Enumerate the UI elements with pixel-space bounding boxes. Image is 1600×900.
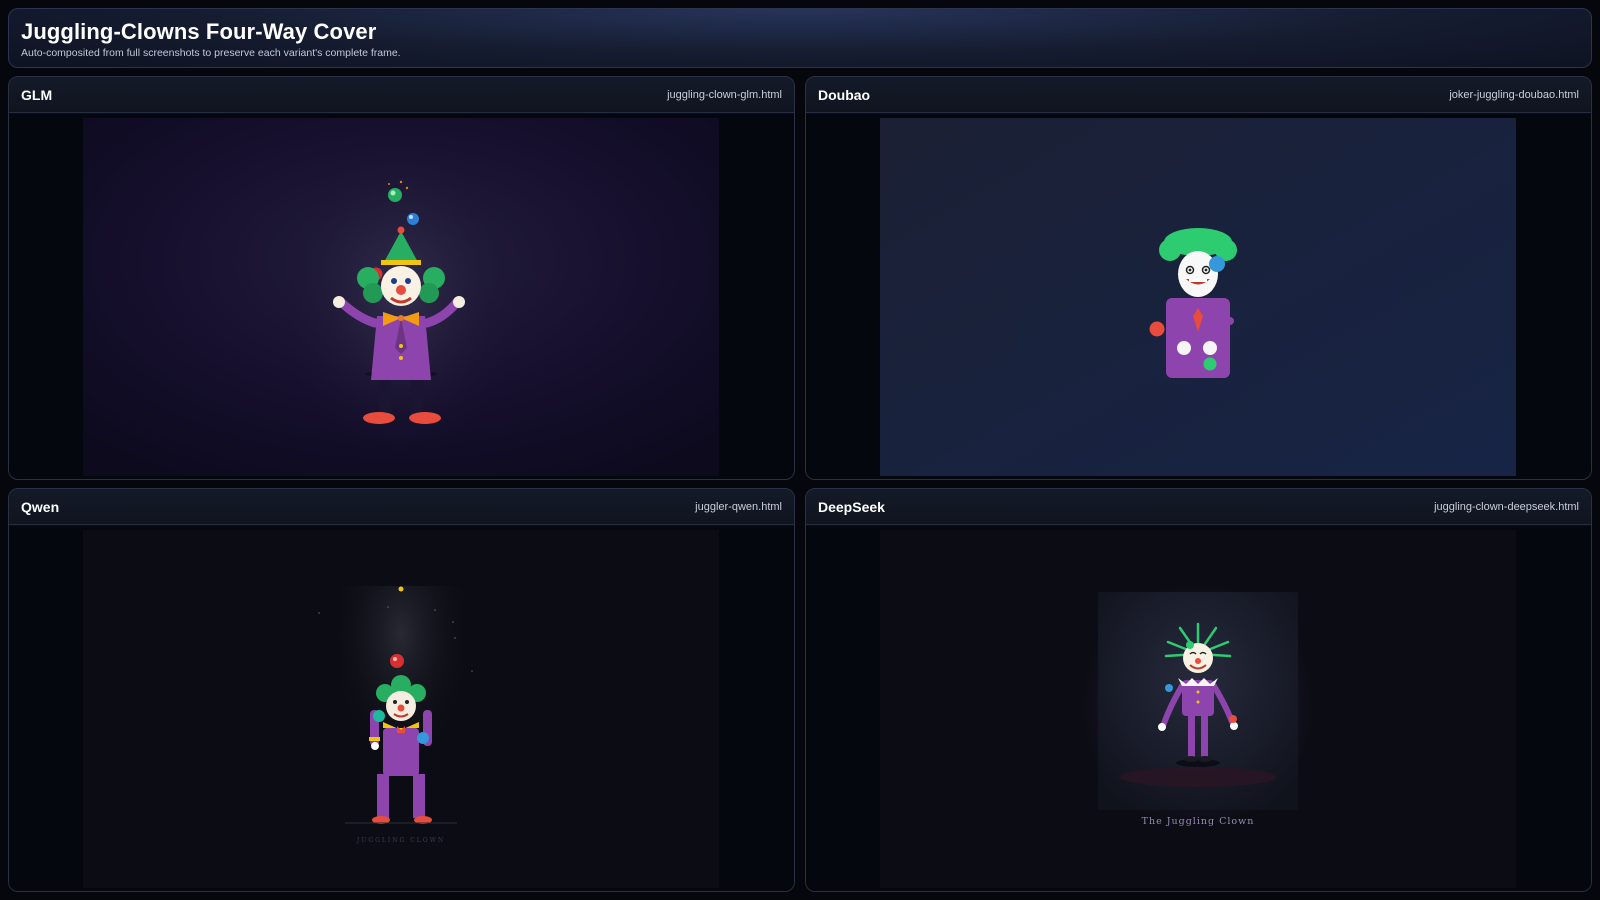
- panel-title: Doubao: [818, 86, 871, 103]
- panel-header: Qwen juggler-qwen.html: [9, 489, 794, 525]
- panel-title: DeepSeek: [818, 498, 885, 515]
- panel-filename: juggling-clown-glm.html: [667, 88, 782, 101]
- deepseek-clown-illustration: The Juggling Clown: [880, 530, 1516, 888]
- screenshot-qwen: JUGGLING CLOWN: [83, 530, 719, 888]
- panel-qwen: Qwen juggler-qwen.html JUGGLING CLOWN: [8, 488, 795, 892]
- page-subtitle: Auto-composited from full screenshots to…: [21, 47, 401, 59]
- screenshot-doubao: [880, 118, 1516, 476]
- panel-filename: juggler-qwen.html: [695, 500, 782, 513]
- panel-doubao: Doubao joker-juggling-doubao.html: [805, 76, 1592, 480]
- panel-title: Qwen: [21, 498, 60, 515]
- panel-header: GLM juggling-clown-glm.html: [9, 77, 794, 113]
- panel-body: The Juggling Clown: [806, 526, 1591, 891]
- panel-filename: joker-juggling-doubao.html: [1449, 88, 1579, 101]
- doubao-clown-illustration: [880, 118, 1516, 476]
- cover-header: Juggling-Clowns Four-Way Cover Auto-comp…: [8, 8, 1592, 68]
- page-title: Juggling-Clowns Four-Way Cover: [21, 19, 377, 44]
- panel-deepseek: DeepSeek juggling-clown-deepseek.html Th…: [805, 488, 1592, 892]
- screenshot-glm: [83, 118, 719, 476]
- glm-clown-illustration: [83, 118, 719, 476]
- panel-body: JUGGLING CLOWN: [9, 526, 794, 891]
- panel-title: GLM: [21, 86, 53, 103]
- screenshot-deepseek: The Juggling Clown: [880, 530, 1516, 888]
- caption-deepseek: The Juggling Clown: [1142, 816, 1255, 827]
- panel-body: [9, 114, 794, 479]
- qwen-clown-illustration: JUGGLING CLOWN: [83, 530, 719, 888]
- caption-qwen: JUGGLING CLOWN: [356, 837, 445, 844]
- panel-glm: GLM juggling-clown-glm.html: [8, 76, 795, 480]
- panel-header: Doubao joker-juggling-doubao.html: [806, 77, 1591, 113]
- panel-filename: juggling-clown-deepseek.html: [1434, 500, 1579, 513]
- panel-header: DeepSeek juggling-clown-deepseek.html: [806, 489, 1591, 525]
- panel-body: [806, 114, 1591, 479]
